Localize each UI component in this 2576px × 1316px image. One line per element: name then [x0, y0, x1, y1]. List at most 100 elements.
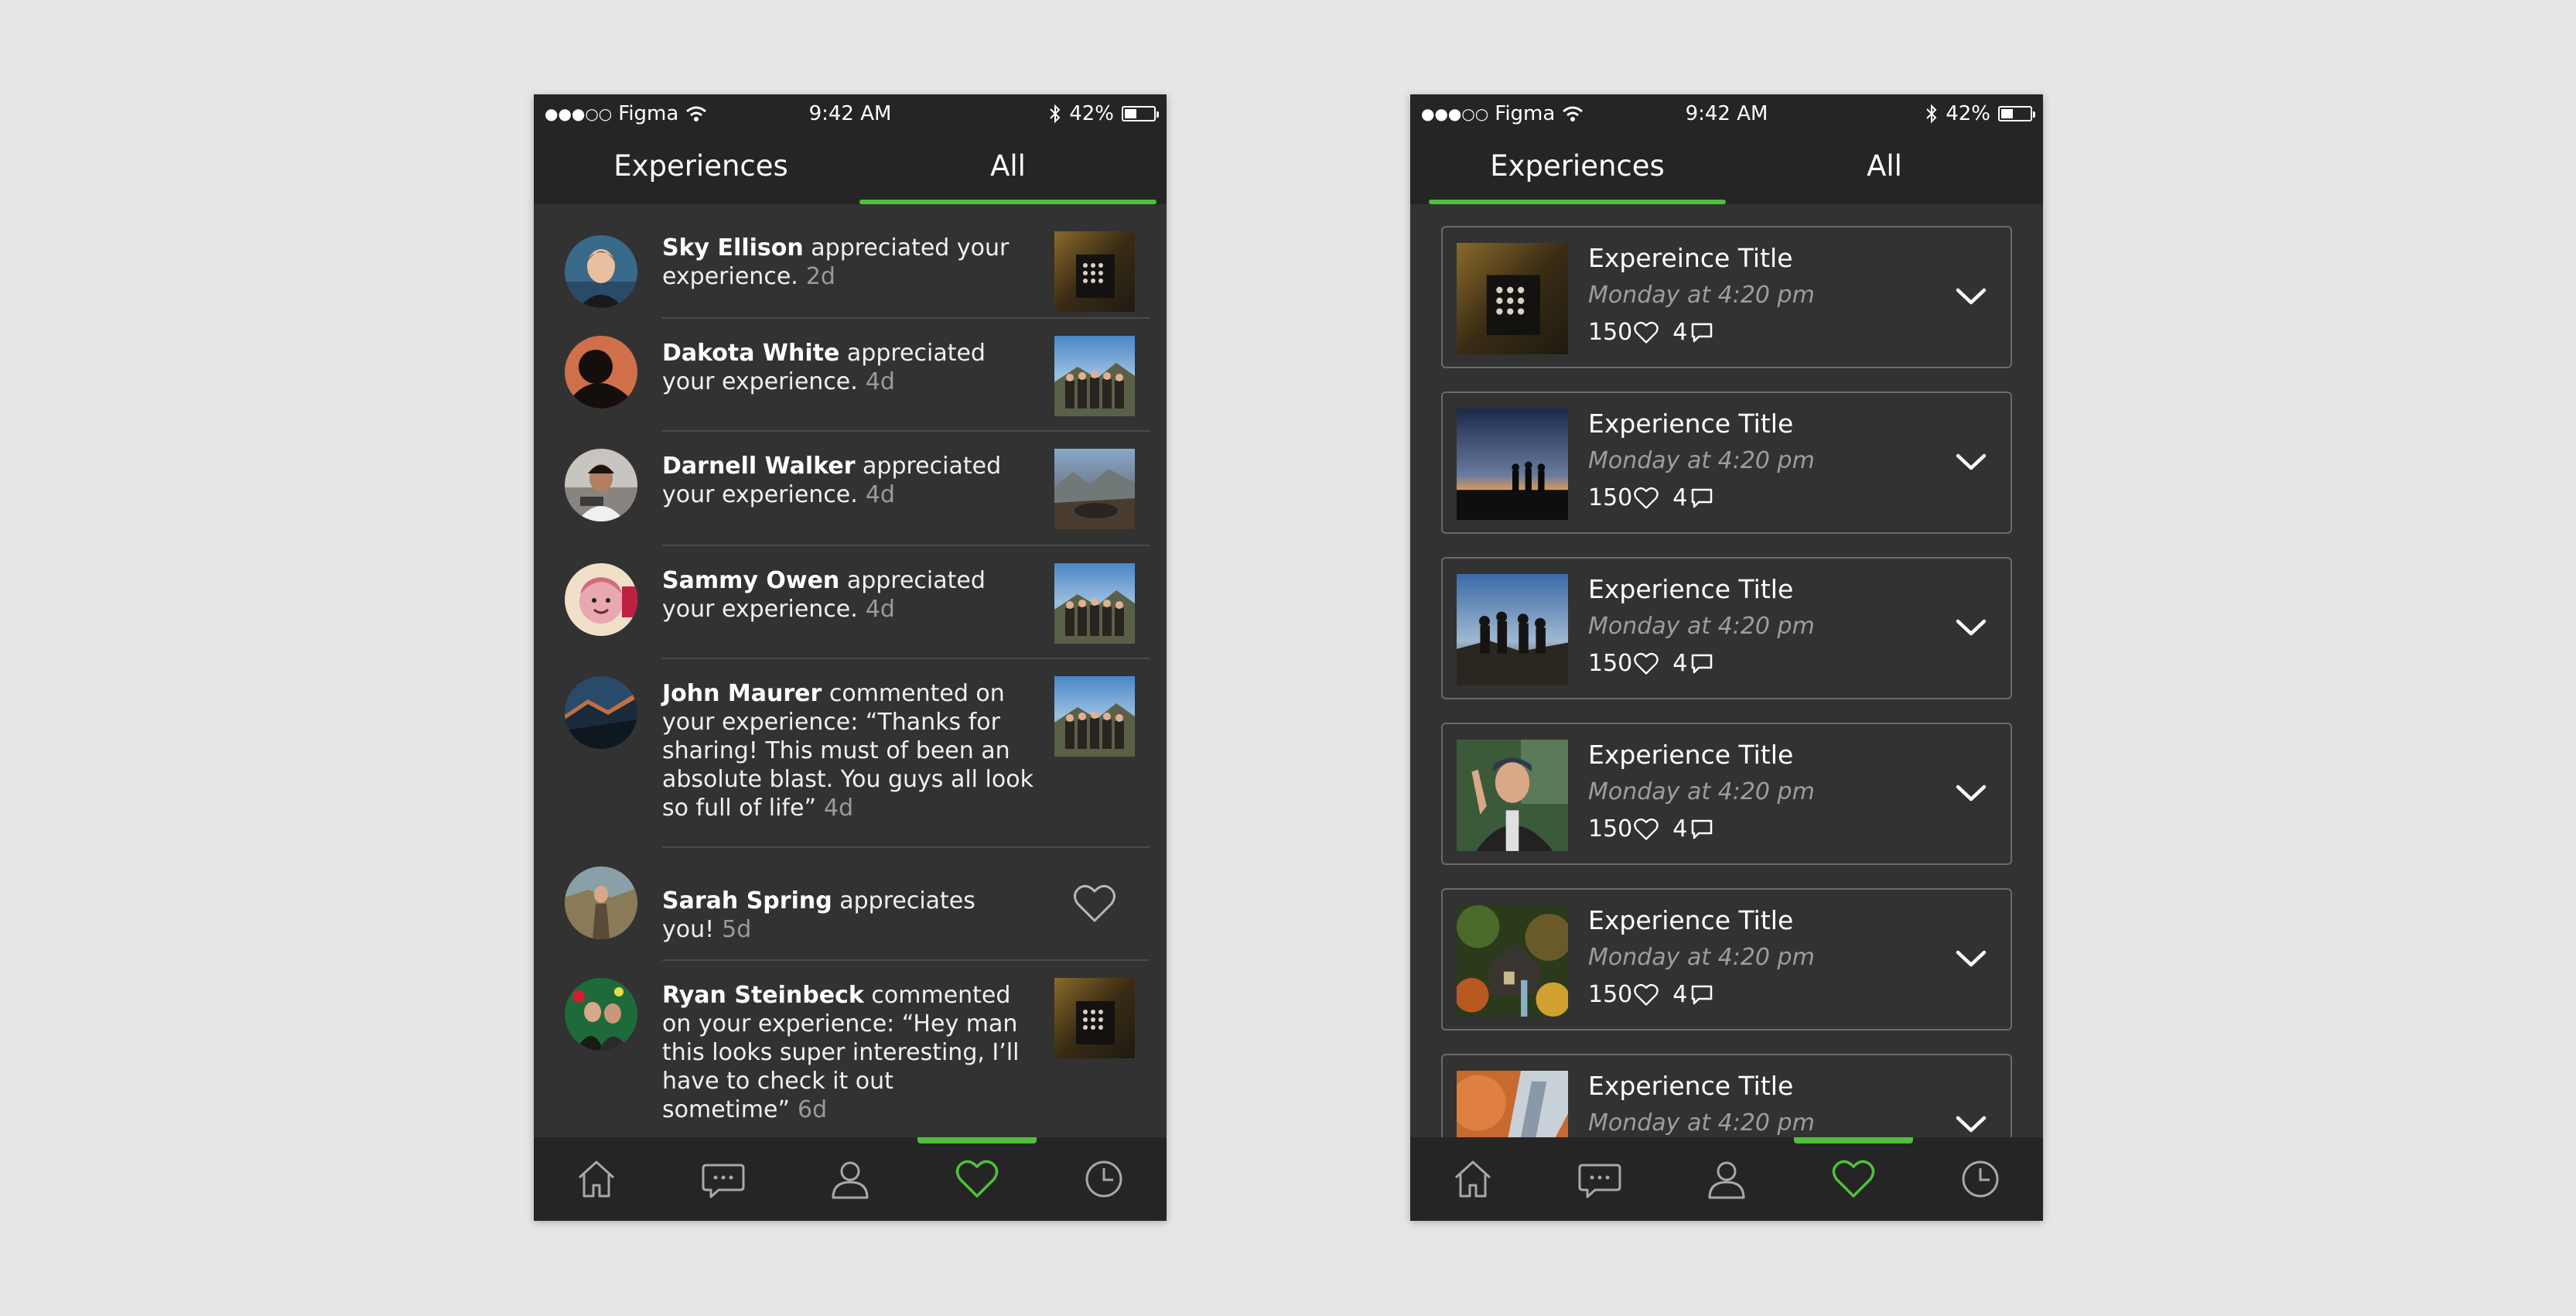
comment-count: 4	[1672, 484, 1688, 511]
comment-icon	[1692, 323, 1713, 342]
experience-card[interactable]: Experience Title Monday at 4:20 pm 150 4	[1441, 391, 2012, 534]
experience-thumbnail	[1457, 905, 1568, 1017]
status-bar: ●●●○○ Figma 9:42 AM 42%	[1410, 94, 2043, 138]
experience-date: Monday at 4:20 pm	[1588, 944, 1815, 971]
notification-list: Sky Ellison appreciated your experience.…	[534, 204, 1167, 1221]
chevron-down-icon[interactable]	[1955, 617, 1987, 637]
experience-stats: 150 4	[1588, 319, 1713, 346]
experience-thumbnail[interactable]	[1054, 336, 1135, 416]
experience-title: Experience Title	[1588, 1071, 1794, 1101]
notification-name: Sarah Spring	[662, 887, 832, 914]
tab-experiences[interactable]: Experiences	[552, 138, 849, 204]
notification-text: Ryan Steinbeck commented on your experie…	[662, 981, 1041, 1124]
experience-stats: 150 4	[1588, 650, 1713, 677]
profile-icon[interactable]	[1703, 1156, 1750, 1202]
experience-thumbnail	[1457, 243, 1568, 354]
tab-experiences-label: Experiences	[613, 149, 788, 183]
experience-thumbnail[interactable]	[1054, 449, 1135, 529]
experience-stats: 150 4	[1588, 981, 1713, 1008]
experience-thumbnail	[1457, 740, 1568, 851]
heart-icon	[1634, 983, 1659, 1006]
active-nav-indicator	[917, 1137, 1037, 1143]
notification-text: Darnell Walker appreciated your experien…	[662, 452, 1041, 509]
experience-title: Experience Title	[1588, 740, 1794, 770]
comment-icon	[1692, 819, 1713, 839]
notification-text: Sammy Owen appreciated your experience. 4…	[662, 566, 1041, 624]
experience-card[interactable]: Experience Title Monday at 4:20 pm 150 4	[1441, 723, 2012, 865]
notification-item[interactable]: Ryan Steinbeck commented on your experie…	[534, 961, 1167, 1123]
experience-thumbnail[interactable]	[1054, 231, 1135, 312]
notification-item[interactable]: Sky Ellison appreciated your experience.…	[534, 204, 1167, 317]
tab-bar: Experiences All	[534, 138, 1167, 204]
header: ●●●○○ Figma 9:42 AM 42% Experiences All	[1410, 94, 2043, 204]
heart-icon[interactable]	[954, 1156, 1000, 1202]
header: ●●●○○ Figma 9:42 AM 42% Experiences All	[534, 94, 1167, 204]
tab-all[interactable]: All	[859, 138, 1156, 204]
comment-icon	[1692, 654, 1713, 673]
experience-card[interactable]: Experience Title Monday at 4:20 pm 150 4	[1441, 888, 2012, 1031]
battery-icon	[1998, 106, 2035, 121]
experience-date: Monday at 4:20 pm	[1588, 282, 1815, 309]
clock-icon[interactable]	[1081, 1156, 1127, 1202]
notification-age: 2d	[805, 263, 835, 290]
experience-card[interactable]: Experience Title Monday at 4:20 pm 150 4	[1441, 557, 2012, 699]
experience-title: Experience Title	[1588, 574, 1794, 604]
heart-icon[interactable]	[1830, 1156, 1877, 1202]
tab-all-label: All	[990, 149, 1026, 183]
notification-age: 6d	[798, 1096, 828, 1123]
experience-thumbnail	[1457, 574, 1568, 685]
bottom-nav	[534, 1137, 1167, 1221]
notification-name: Ryan Steinbeck	[662, 982, 864, 1009]
experience-thumbnail[interactable]	[1054, 563, 1135, 644]
heart-icon	[1634, 818, 1659, 840]
notification-item[interactable]: Dakota White appreciated your experience…	[534, 319, 1167, 430]
notification-age: 5d	[722, 916, 752, 943]
comment-count: 4	[1672, 319, 1688, 346]
chevron-down-icon[interactable]	[1955, 949, 1987, 969]
bluetooth-icon	[1050, 104, 1061, 124]
status-bar: ●●●○○ Figma 9:42 AM 42%	[534, 94, 1167, 138]
heart-icon[interactable]	[1073, 884, 1116, 924]
notification-item[interactable]: Sarah Spring appreciates you! 5d	[534, 848, 1167, 959]
chat-icon[interactable]	[700, 1156, 746, 1202]
experience-thumbnail[interactable]	[1054, 676, 1135, 757]
experience-list: Expereince Title Monday at 4:20 pm 150 4…	[1410, 204, 2043, 1137]
comment-icon	[1692, 985, 1713, 1004]
heart-icon	[1634, 652, 1659, 675]
notification-item[interactable]: John Maurer commented on your experience…	[534, 659, 1167, 846]
experience-card[interactable]: Experience Title Monday at 4:20 pm 150 4	[1441, 1054, 2012, 1137]
battery-icon	[1122, 106, 1159, 121]
home-icon[interactable]	[573, 1156, 620, 1202]
experience-date: Monday at 4:20 pm	[1588, 1109, 1815, 1137]
experience-date: Monday at 4:20 pm	[1588, 447, 1815, 474]
chevron-down-icon[interactable]	[1955, 286, 1987, 306]
experience-title: Experience Title	[1588, 905, 1794, 935]
heart-icon	[1634, 321, 1659, 344]
home-icon[interactable]	[1450, 1156, 1496, 1202]
avatar	[565, 563, 637, 636]
bluetooth-icon	[1926, 104, 1937, 124]
notification-age: 4d	[865, 481, 895, 508]
experience-title: Experience Title	[1588, 408, 1794, 439]
tab-all-label: All	[1867, 149, 1902, 183]
experience-card[interactable]: Expereince Title Monday at 4:20 pm 150 4	[1441, 226, 2012, 368]
notification-item[interactable]: Darnell Walker appreciated your experien…	[534, 432, 1167, 545]
tab-all[interactable]: All	[1736, 138, 2033, 204]
clock-icon[interactable]	[1957, 1156, 2004, 1202]
notification-text: Dakota White appreciated your experience…	[662, 339, 1041, 396]
notification-name: Sky Ellison	[662, 234, 804, 261]
notification-age: 4d	[823, 795, 854, 822]
avatar	[565, 676, 637, 749]
notification-item[interactable]: Sammy Owen appreciated your experience. 4…	[534, 546, 1167, 658]
avatar	[565, 235, 637, 308]
chevron-down-icon[interactable]	[1955, 783, 1987, 803]
chevron-down-icon[interactable]	[1955, 452, 1987, 472]
notification-name: Darnell Walker	[662, 453, 856, 480]
chat-icon[interactable]	[1577, 1156, 1623, 1202]
notification-text: Sky Ellison appreciated your experience.…	[662, 234, 1041, 291]
experience-date: Monday at 4:20 pm	[1588, 778, 1815, 805]
profile-icon[interactable]	[827, 1156, 873, 1202]
tab-experiences[interactable]: Experiences	[1429, 138, 1726, 204]
experience-thumbnail[interactable]	[1054, 978, 1135, 1058]
chevron-down-icon[interactable]	[1955, 1114, 1987, 1134]
